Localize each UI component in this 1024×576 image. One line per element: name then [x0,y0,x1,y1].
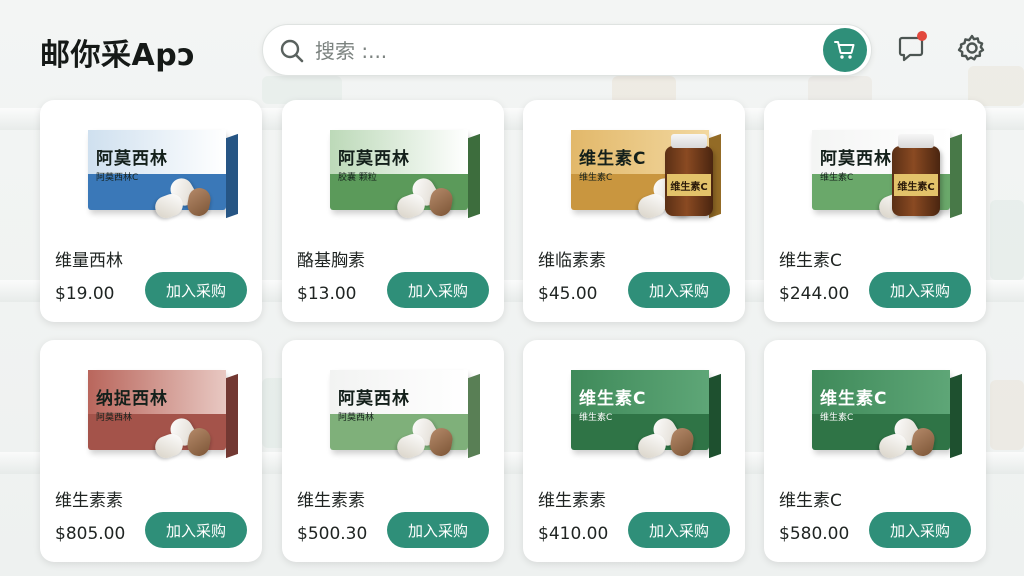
notification-button[interactable] [895,31,929,66]
add-to-purchase-button[interactable]: 加入采购 [145,272,247,308]
add-to-purchase-button[interactable]: 加入采购 [869,272,971,308]
product-image: 纳捉西林 阿莫西林 [70,358,238,468]
add-to-purchase-button[interactable]: 加入采购 [145,512,247,548]
product-price: $13.00 [297,284,357,304]
product-name: 酪基胸素 [297,251,365,271]
cart-button[interactable] [823,28,867,72]
box-title: 维生素C [820,389,888,409]
box-title: 维生素C [579,149,647,169]
product-image: 维生素C 维生素C 维生素C [553,118,721,228]
box-subtitle: 胶囊 颗粒 [338,173,377,183]
box-subtitle: 阿莫西林C [96,173,139,183]
settings-button[interactable] [955,32,989,66]
product-price: $500.30 [297,524,368,544]
product-name: 维生素素 [297,491,365,511]
box-subtitle: 阿莫西林 [338,413,375,423]
box-title: 纳捉西林 [96,389,168,409]
add-to-purchase-button[interactable]: 加入采购 [387,512,489,548]
box-title: 阿莫西林 [820,149,892,169]
product-card[interactable]: 维生素C 维生素C 维生素素 $410.00 加入采购 [523,340,745,562]
search-bar[interactable] [262,24,872,76]
notification-badge [917,31,927,41]
product-price: $19.00 [55,284,115,304]
medicine-bottle: 维生素C [665,134,713,216]
product-image: 阿莫西林 维生素C 维生素C [794,118,962,228]
product-name: 维生素C [779,251,842,271]
product-image: 阿莫西林 胶囊 颗粒 [312,118,480,228]
product-price: $580.00 [779,524,850,544]
box-subtitle: 维生素C [820,173,854,183]
box-title: 阿莫西林 [338,389,410,409]
product-name: 维生素素 [55,491,123,511]
product-image: 维生素C 维生素C [553,358,721,468]
product-name: 维生素素 [538,491,606,511]
product-image: 维生素C 维生素C [794,358,962,468]
box-subtitle: 阿莫西林 [96,413,133,423]
search-icon [280,39,304,63]
product-card[interactable]: 阿莫西林 胶囊 颗粒 酪基胸素 $13.00 加入采购 [282,100,504,322]
product-price: $244.00 [779,284,850,304]
add-to-purchase-button[interactable]: 加入采购 [869,512,971,548]
add-to-purchase-button[interactable]: 加入采购 [628,272,730,308]
product-name: 维生素C [779,491,842,511]
product-card[interactable]: 维生素C 维生素C 维生素C 维临素素 $45.00 加入采购 [523,100,745,322]
box-title: 阿莫西林 [338,149,410,169]
shopping-cart-icon [834,41,855,59]
app-title: 邮你采Apɔ [40,38,196,73]
product-name: 维量西林 [55,251,123,271]
product-card[interactable]: 阿莫西林 阿莫西林 维生素素 $500.30 加入采购 [282,340,504,562]
product-price: $410.00 [538,524,609,544]
product-image: 阿莫西林 阿莫西林 [312,358,480,468]
product-price: $805.00 [55,524,126,544]
box-subtitle: 维生素C [579,173,613,183]
product-image: 阿莫西林 阿莫西林C [70,118,238,228]
medicine-bottle: 维生素C [892,134,940,216]
product-card[interactable]: 阿莫西林 维生素C 维生素C 维生素C $244.00 加入采购 [764,100,986,322]
product-card[interactable]: 阿莫西林 阿莫西林C 维量西林 $19.00 加入采购 [40,100,262,322]
add-to-purchase-button[interactable]: 加入采购 [628,512,730,548]
box-title: 维生素C [579,389,647,409]
app-header: 邮你采Apɔ [0,0,1024,100]
box-title: 阿莫西林 [96,149,168,169]
box-subtitle: 维生素C [579,413,613,423]
product-card[interactable]: 维生素C 维生素C 维生素C $580.00 加入采购 [764,340,986,562]
product-price: $45.00 [538,284,598,304]
gear-icon [957,34,985,61]
product-card[interactable]: 纳捉西林 阿莫西林 维生素素 $805.00 加入采购 [40,340,262,562]
search-input[interactable] [313,33,797,69]
add-to-purchase-button[interactable]: 加入采购 [387,272,489,308]
box-subtitle: 维生素C [820,413,854,423]
product-name: 维临素素 [538,251,606,271]
